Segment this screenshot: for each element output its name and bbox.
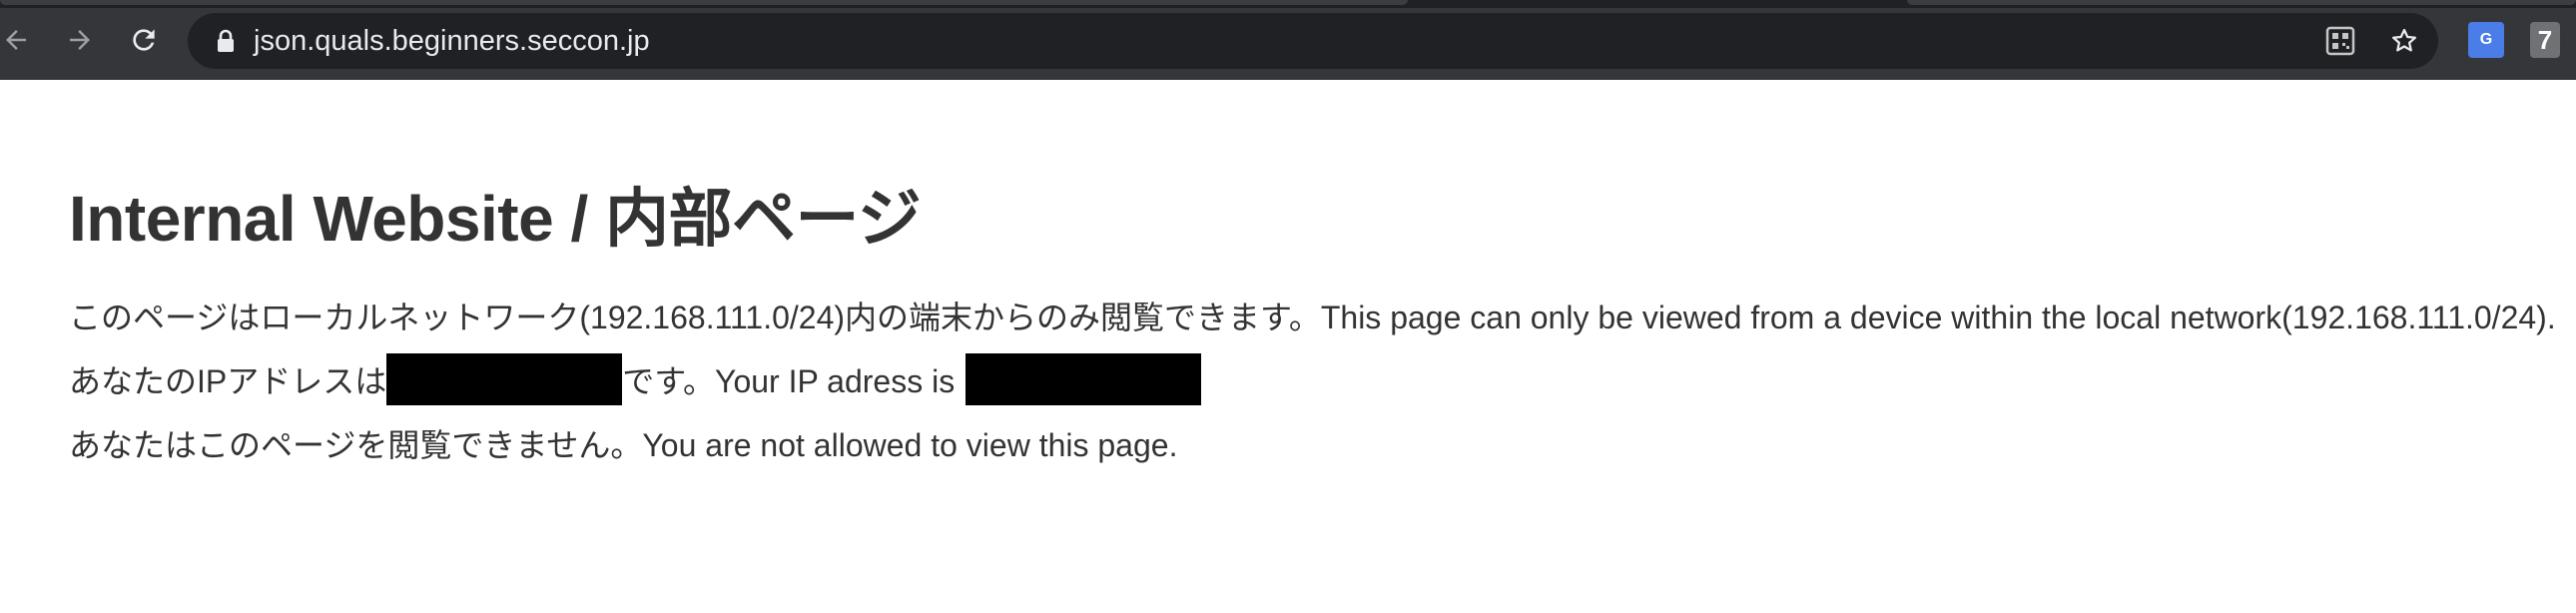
redacted-ip-en [966,352,1202,405]
qr-code-icon[interactable] [2324,25,2356,57]
extension-badge[interactable]: 7 [2530,22,2560,58]
denied-message: あなたはこのページを閲覧できません。You are not allowed to… [69,427,1178,463]
reload-icon[interactable] [118,14,170,66]
access-notice: このページはローカルネットワーク(192.168.111.0/24)内の端末から… [69,300,2556,335]
ip-label-ja: あなたのIPアドレスは [69,363,387,399]
browser-toolbar: json.quals.beginners.seccon.jp G 7 [0,0,2576,80]
forward-arrow-icon[interactable] [54,14,106,66]
ip-label-en: です。Your IP adress is [622,363,965,399]
back-arrow-icon[interactable] [0,14,42,66]
star-icon[interactable] [2388,25,2420,57]
address-bar[interactable]: json.quals.beginners.seccon.jp [188,13,2438,69]
tab-edge-right[interactable] [1907,0,2576,5]
ip-address-line: あなたのIPアドレスは です。Your IP adress is [69,352,1202,405]
google-translate-icon[interactable]: G [2468,22,2504,58]
lock-icon[interactable] [216,29,236,58]
url-text[interactable]: json.quals.beginners.seccon.jp [254,13,650,69]
tab-edge-left[interactable] [0,0,1408,5]
page-title: Internal Website / 内部ページ [69,183,922,255]
redacted-ip-ja [386,352,623,405]
